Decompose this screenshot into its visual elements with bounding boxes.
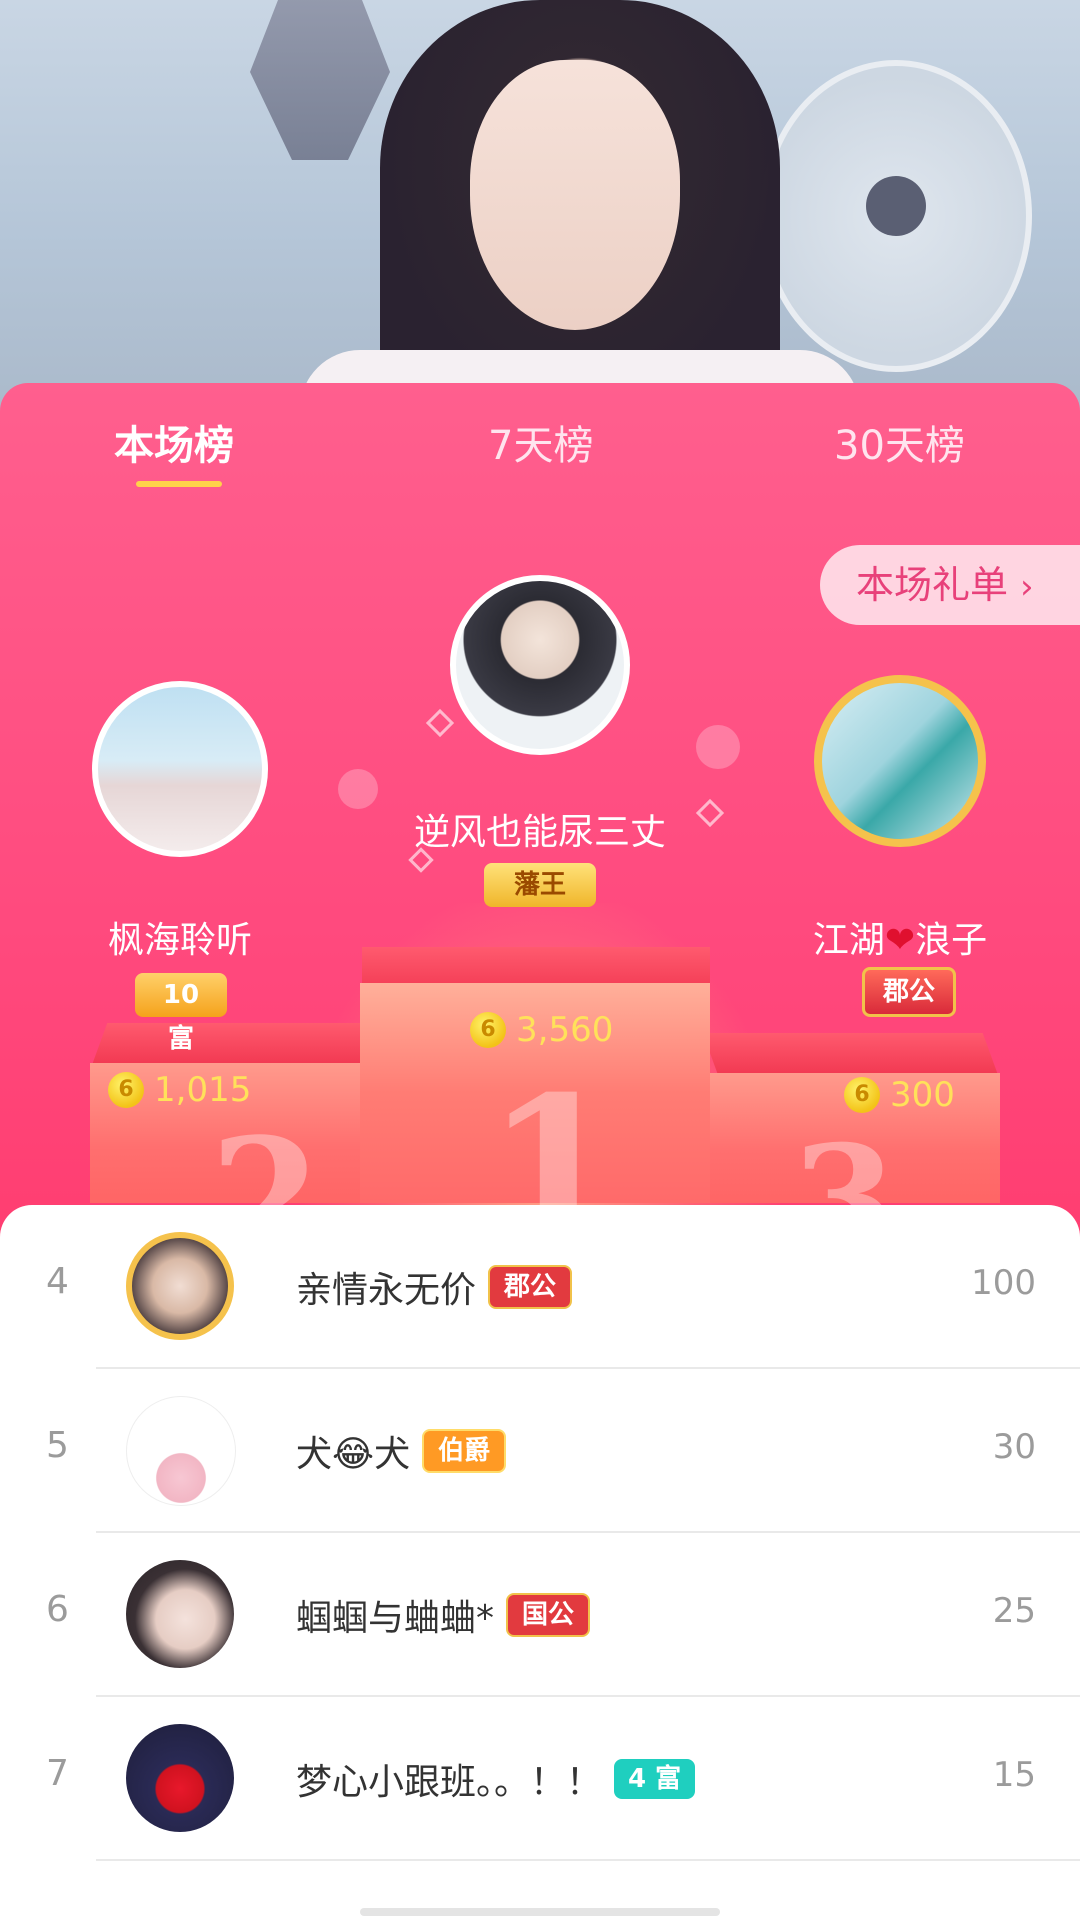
bubble-decoration [696, 725, 740, 769]
coins-value-rank-1: 3,560 [516, 1010, 614, 1050]
list-item[interactable]: 4 亲情永无价 郡公 100 [0, 1205, 1080, 1369]
username[interactable]: 蝈蝈与蛐蛐* 国公 [296, 1589, 591, 1641]
coins-rank-1: 6 3,560 [470, 1010, 613, 1050]
username-rank-1[interactable]: 逆风也能尿三丈 [375, 803, 705, 855]
podium-top-3 [702, 1033, 998, 1073]
live-video-background [0, 0, 1080, 420]
coin-icon: 6 [108, 1072, 144, 1108]
coin-icon: 6 [470, 1012, 506, 1048]
rank-number: 7 [46, 1753, 69, 1794]
wall-decoration [250, 0, 390, 160]
coins-value-rank-3: 300 [890, 1075, 955, 1115]
divider [96, 1859, 1080, 1861]
home-indicator[interactable] [360, 1908, 720, 1916]
username-rank-2[interactable]: 枫海聆听 [80, 911, 280, 963]
gift-list-label: 本场礼单 [856, 563, 1009, 607]
active-tab-indicator [136, 481, 222, 487]
tab-current-session[interactable]: 本场榜 [114, 413, 234, 471]
avatar[interactable] [126, 1560, 234, 1668]
username[interactable]: 亲情永无价 郡公 [296, 1261, 573, 1313]
coins-rank-3: 6 300 [844, 1075, 955, 1115]
coins-value-rank-2: 1,015 [154, 1070, 252, 1110]
avatar[interactable] [126, 1724, 234, 1832]
sparkle-decoration [425, 708, 455, 738]
rank-number: 4 [46, 1261, 69, 1302]
coins-rank-2: 6 1,015 [108, 1070, 251, 1110]
score: 25 [992, 1591, 1036, 1631]
ranking-tabs: 本场榜 7天榜 30天榜 [0, 383, 1080, 493]
username-rank-3-part2: 浪子 [915, 920, 988, 961]
list-item[interactable]: 5 犬😂犬 伯爵 30 [0, 1369, 1080, 1533]
score: 15 [992, 1755, 1036, 1795]
username-rank-3[interactable]: 江湖❤浪子 [785, 911, 1015, 963]
streamer-face [470, 60, 680, 330]
username-text: 蝈蝈与蛐蛐* [296, 1598, 495, 1639]
chevron-right-icon: › [1020, 567, 1034, 607]
tab-30-days[interactable]: 30天榜 [834, 413, 965, 471]
avatar-rank-2[interactable] [92, 681, 268, 857]
username-text: 亲情永无价 [296, 1270, 477, 1311]
title-badge: 郡公 [488, 1265, 573, 1309]
avatar[interactable] [126, 1232, 234, 1340]
tab-7-days[interactable]: 7天榜 [488, 413, 593, 471]
score: 100 [971, 1263, 1036, 1303]
score: 30 [992, 1427, 1036, 1467]
wealth-badge-rank-2: 10 富 [135, 973, 227, 1054]
list-item[interactable]: 6 蝈蝈与蛐蛐* 国公 25 [0, 1533, 1080, 1697]
avatar-rank-3[interactable] [814, 675, 986, 847]
coin-icon: 6 [844, 1077, 880, 1113]
heart-icon: ❤ [884, 920, 916, 961]
rank-number: 6 [46, 1589, 69, 1630]
rank-number: 5 [46, 1425, 69, 1466]
bubble-decoration [338, 769, 378, 809]
list-item[interactable]: 7 梦心小跟班。。！！ 4 富 15 [0, 1697, 1080, 1861]
title-badge-rank-1: 藩王 [484, 863, 596, 907]
avatar[interactable] [126, 1396, 236, 1506]
username[interactable]: 梦心小跟班。。！！ 4 富 [296, 1753, 696, 1805]
ranking-list: 4 亲情永无价 郡公 100 5 犬😂犬 伯爵 30 6 蝈蝈与蛐蛐* 国公 2… [0, 1205, 1080, 1920]
title-badge-rank-3: 郡公 [862, 967, 956, 1017]
avatar-rank-1[interactable] [450, 575, 630, 755]
username-rank-3-part1: 江湖 [812, 920, 885, 961]
username-text: 犬😂犬 [296, 1434, 411, 1475]
podium-top-2 [92, 1023, 378, 1063]
title-badge: 伯爵 [422, 1429, 507, 1473]
gift-list-button[interactable]: 本场礼单 › [820, 545, 1080, 625]
wealth-badge: 4 富 [614, 1759, 696, 1799]
username[interactable]: 犬😂犬 伯爵 [296, 1425, 507, 1477]
fan-image [760, 60, 1032, 372]
username-text: 梦心小跟班。。！！ [296, 1762, 603, 1803]
title-badge: 国公 [506, 1593, 591, 1637]
